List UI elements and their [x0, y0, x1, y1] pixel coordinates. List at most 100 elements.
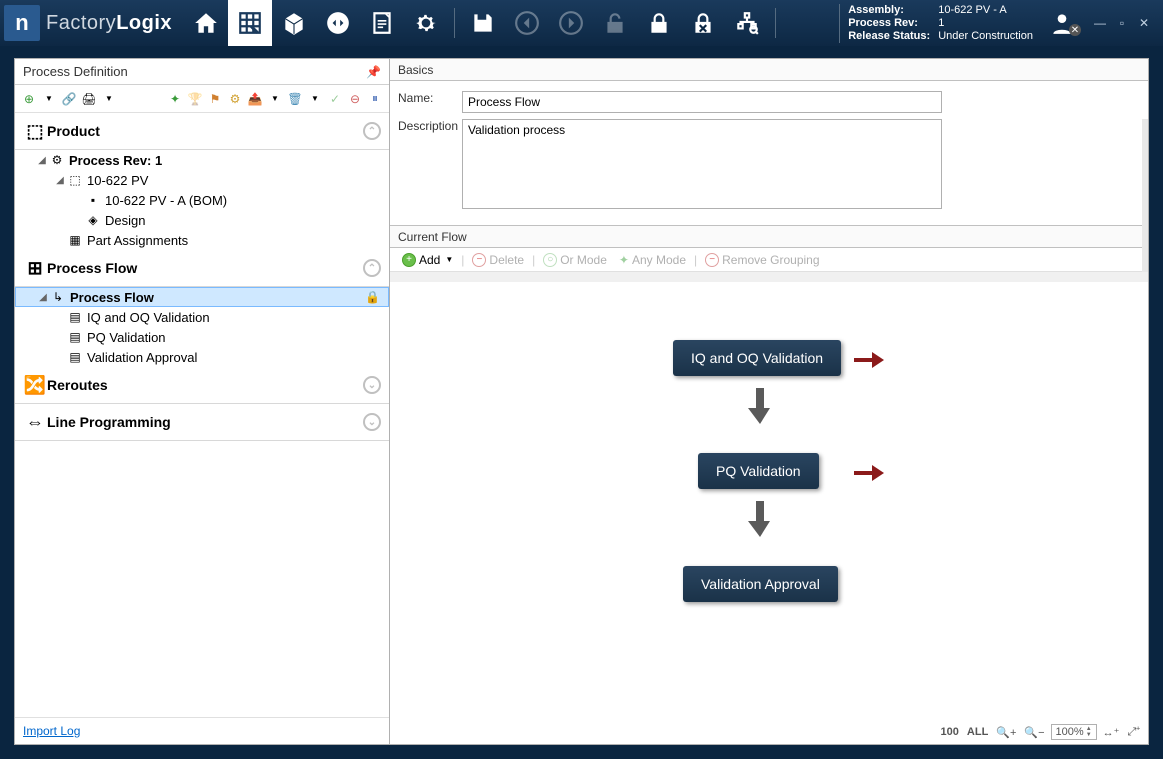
user-menu[interactable]: ✕	[1041, 10, 1089, 36]
minus-icon[interactable]: ⊖	[347, 91, 363, 107]
flow-canvas[interactable]: IQ and OQ Validation PQ Validation Valid…	[390, 272, 1148, 744]
section-reroutes[interactable]: 🔀 Reroutes ⌄	[15, 367, 389, 404]
zoom-100-button[interactable]: 100	[939, 726, 961, 738]
name-label: Name:	[398, 91, 462, 105]
section-product[interactable]: ⬚ Product ⌃	[15, 113, 389, 150]
app-logo: n FactoryLogix	[0, 0, 172, 46]
lock-button[interactable]	[637, 0, 681, 46]
trash-icon[interactable]: 🗑	[287, 91, 303, 107]
chevron-down-icon: ▼	[445, 255, 453, 264]
trophy-icon[interactable]: 🏆	[187, 91, 203, 107]
tree-row-pv[interactable]: ◢⬚10-622 PV	[15, 170, 389, 190]
document-button[interactable]	[360, 0, 404, 46]
gear2-icon[interactable]: ⚙	[227, 91, 243, 107]
parts-icon: ▦	[67, 232, 83, 248]
main-icon-bar	[184, 0, 769, 46]
flow-remove-group-button[interactable]: −Remove Grouping	[701, 253, 823, 267]
flow-icon: ⊞	[23, 256, 47, 280]
export-icon[interactable]: 📤	[247, 91, 263, 107]
grid-edit-button[interactable]	[228, 0, 272, 46]
expand-icon[interactable]: ⌄	[363, 376, 381, 394]
doc-icon: ▪	[85, 192, 101, 208]
save-button[interactable]	[461, 0, 505, 46]
flow-node-2[interactable]: Validation Approval	[683, 566, 838, 602]
section-product-label: Product	[47, 123, 100, 139]
logo-text: FactoryLogix	[46, 12, 172, 35]
dropdown-icon[interactable]: ▼	[41, 91, 57, 107]
minimize-button[interactable]: —	[1089, 14, 1111, 32]
section-flow-label: Process Flow	[47, 260, 137, 276]
current-flow-header: Current Flow	[390, 226, 1148, 248]
rev-label: Process Rev:	[848, 17, 938, 30]
restore-button[interactable]: ▫	[1111, 14, 1133, 32]
tree-toolbar: ⊕ ▼ 🔗 🖨 ▼ ✦ 🏆 ⚑ ⚙ 📤 ▼ 🗑 ▼ ✓ ⊖ ⏸	[15, 85, 389, 113]
zoom-spinner[interactable]: ▲▼	[1086, 726, 1092, 738]
section-process-flow[interactable]: ⊞ Process Flow ⌃	[15, 250, 389, 287]
expand2-icon[interactable]: ⌄	[363, 413, 381, 431]
zoom-in-icon[interactable]: 🔍+	[994, 726, 1018, 739]
status-value: Under Construction	[938, 30, 1033, 43]
collapse-icon[interactable]: ⌃	[363, 122, 381, 140]
collapse2-icon[interactable]: ⌃	[363, 259, 381, 277]
check-icon[interactable]: ✓	[327, 91, 343, 107]
assembly-value: 10-622 PV - A	[938, 4, 1007, 17]
tree-row-flow-item-1[interactable]: ▤PQ Validation	[15, 327, 389, 347]
flow-add-button[interactable]: +Add▼	[398, 253, 457, 267]
user-badge-x-icon: ✕	[1069, 24, 1081, 36]
flag-icon[interactable]: ⚑	[207, 91, 223, 107]
back-button[interactable]	[505, 0, 549, 46]
home-button[interactable]	[184, 0, 228, 46]
dropdown3-icon[interactable]: ▼	[267, 91, 283, 107]
search-hierarchy-button[interactable]	[725, 0, 769, 46]
flow-arrow-0	[748, 388, 772, 424]
tree-row-flow-item-2[interactable]: ▤Validation Approval	[15, 347, 389, 367]
import-log-link[interactable]: Import Log	[15, 717, 389, 744]
sync-button[interactable]	[316, 0, 360, 46]
link-icon[interactable]: 🔗	[61, 91, 77, 107]
dropdown2-icon[interactable]: ▼	[101, 91, 117, 107]
forward-button[interactable]	[549, 0, 593, 46]
unlock-button[interactable]	[593, 0, 637, 46]
rev-value: 1	[938, 17, 944, 30]
settings-button[interactable]	[404, 0, 448, 46]
add-icon[interactable]: ⊕	[21, 91, 37, 107]
minus3-icon: −	[705, 253, 719, 267]
flow-any-button[interactable]: ✦Any Mode	[615, 253, 690, 267]
tree-row-bom[interactable]: ▪10-622 PV - A (BOM)	[15, 190, 389, 210]
plus-icon: +	[402, 253, 416, 267]
name-input[interactable]	[462, 91, 942, 113]
fit-screen-icon[interactable]: ⤢⁺	[1125, 726, 1142, 739]
flow-delete-button[interactable]: −Delete	[468, 253, 528, 267]
flow-or-button[interactable]: ○Or Mode	[539, 253, 611, 267]
lock-remove-button[interactable]	[681, 0, 725, 46]
tree-row-flow-root[interactable]: ◢↳Process Flow🔒	[15, 287, 389, 307]
pane-header: Process Definition 📌	[15, 59, 389, 85]
zoom-out-icon[interactable]: 🔍−	[1022, 726, 1046, 739]
zoom-controls: 100 ALL 🔍+ 🔍− 100%▲▼ ↔⁺ ⤢⁺	[939, 724, 1142, 740]
logo-mark: n	[4, 5, 40, 41]
tree-row-flow-item-0[interactable]: ▤IQ and OQ Validation	[15, 307, 389, 327]
assembly-label: Assembly:	[848, 4, 938, 17]
description-input[interactable]: Validation process	[462, 119, 942, 209]
section-line-prog[interactable]: ⇔ Line Programming ⌄	[15, 404, 389, 441]
package-button[interactable]	[272, 0, 316, 46]
tree-row-design[interactable]: ◈Design	[15, 210, 389, 230]
tree-row-rev[interactable]: ◢⚙Process Rev: 1	[15, 150, 389, 170]
tree-row-parts[interactable]: ▦Part Assignments	[15, 230, 389, 250]
description-label: Description	[398, 119, 462, 133]
puzzle-icon[interactable]: ✦	[167, 91, 183, 107]
arrow-lr-icon: ⇔	[23, 410, 47, 434]
pause-icon[interactable]: ⏸	[367, 91, 383, 107]
section-reroutes-label: Reroutes	[47, 377, 108, 393]
close-button[interactable]: ✕	[1133, 14, 1155, 32]
process-tree: ⬚ Product ⌃ ◢⚙Process Rev: 1 ◢⬚10-622 PV…	[15, 113, 389, 717]
print-icon[interactable]: 🖨	[81, 91, 97, 107]
zoom-level[interactable]: 100%▲▼	[1051, 724, 1097, 740]
flow-node-1[interactable]: PQ Validation	[698, 453, 819, 489]
zoom-all-button[interactable]: ALL	[965, 726, 990, 738]
flow-toolbar: +Add▼ | −Delete | ○Or Mode ✦Any Mode | −…	[390, 248, 1148, 272]
dropdown4-icon[interactable]: ▼	[307, 91, 323, 107]
pin-icon[interactable]: 📌	[366, 65, 381, 79]
flow-node-0[interactable]: IQ and OQ Validation	[673, 340, 841, 376]
fit-width-icon[interactable]: ↔⁺	[1101, 726, 1122, 739]
